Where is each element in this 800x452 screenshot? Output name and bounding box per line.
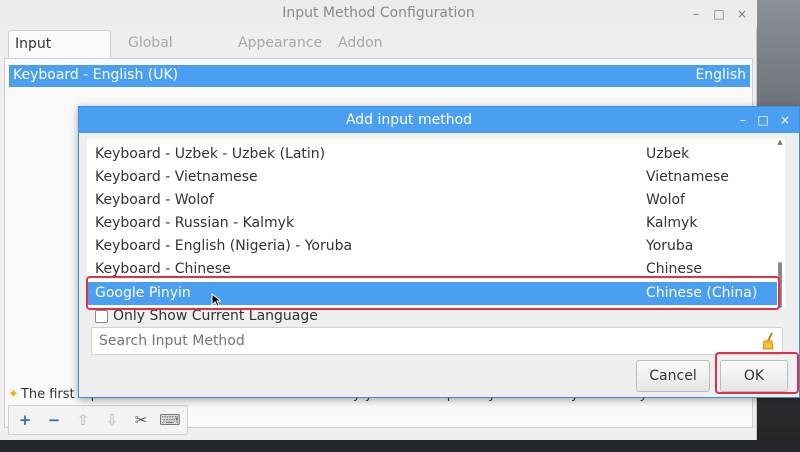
method-name: Keyboard - English (UK) <box>13 67 179 83</box>
list-item[interactable]: Keyboard - Vietnamese Vietnamese <box>87 166 777 189</box>
list-item-language: Wolof <box>646 192 685 208</box>
search-box[interactable] <box>91 327 783 355</box>
tab-input-method[interactable]: Input Method <box>8 30 111 78</box>
method-language: English <box>695 67 746 83</box>
list-item[interactable]: Keyboard - English (Nigeria) - Yoruba Yo… <box>87 235 777 258</box>
desktop-taskbar-edge <box>0 440 800 452</box>
list-item-language: Uzbek <box>646 146 690 162</box>
ok-button[interactable]: OK <box>720 360 788 392</box>
dialog-title: Add input method <box>345 112 473 128</box>
warning-icon: ✦ <box>8 387 19 402</box>
only-current-language-checkbox[interactable] <box>95 310 108 323</box>
configure-icon[interactable]: ✂ <box>129 409 153 431</box>
list-item[interactable]: Keyboard - Wolof Wolof <box>87 189 777 212</box>
list-item-name: Keyboard - English (Nigeria) - Yoruba <box>95 238 353 254</box>
list-item-language: Kalmyk <box>646 215 698 231</box>
method-toolbar: + − ⇧ ⇩ ✂ ⌨ <box>8 405 188 435</box>
mouse-cursor-icon <box>211 293 221 307</box>
remove-icon[interactable]: − <box>42 409 66 431</box>
cancel-button[interactable]: Cancel <box>636 360 710 392</box>
list-item-language: Chinese (China) <box>646 285 758 301</box>
minimize-icon[interactable]: – <box>688 6 704 22</box>
list-item-language: Chinese <box>646 261 702 277</box>
list-scrollbar[interactable]: ▲ <box>776 138 784 308</box>
search-input[interactable] <box>99 333 739 349</box>
dialog-maximize-icon[interactable]: □ <box>755 112 771 128</box>
current-method-row[interactable]: Keyboard - English (UK) English <box>9 65 750 87</box>
close-icon[interactable]: × <box>734 6 750 22</box>
move-down-icon[interactable]: ⇩ <box>100 409 124 431</box>
list-item-name: Keyboard - Vietnamese <box>95 169 258 185</box>
dialog-close-icon[interactable]: × <box>777 112 793 128</box>
checkbox-label: Only Show Current Language <box>113 308 318 324</box>
list-item-language: Yoruba <box>646 238 694 254</box>
tab-global-config[interactable]: Global Config <box>122 30 179 77</box>
tab-addon[interactable]: Addon <box>332 30 389 58</box>
list-item[interactable]: Keyboard - Russian - Kalmyk Kalmyk <box>87 212 777 235</box>
keyboard-icon[interactable]: ⌨ <box>158 409 182 431</box>
list-item-name: Keyboard - Wolof <box>95 192 214 208</box>
list-item[interactable]: Keyboard - Chinese Chinese <box>87 258 777 281</box>
move-up-icon[interactable]: ⇧ <box>71 409 95 431</box>
tab-appearance[interactable]: Appearance <box>232 30 328 58</box>
add-icon[interactable]: + <box>13 409 37 431</box>
list-item-language: Vietnamese <box>646 169 729 185</box>
dialog-minimize-icon[interactable]: – <box>735 112 751 128</box>
list-item[interactable]: Keyboard - Uzbek - Uzbek (Latin) Uzbek <box>87 143 777 166</box>
available-methods-list: Keyboard - Uzbek - Uzbek (Latin) Uzbek K… <box>87 138 785 308</box>
list-item-selected[interactable]: Google Pinyin Chinese (China) <box>87 282 777 305</box>
list-item-name: Keyboard - Uzbek - Uzbek (Latin) <box>95 146 326 162</box>
dialog-titlebar[interactable]: Add input method – □ × <box>79 107 799 133</box>
scroll-thumb[interactable] <box>778 262 782 308</box>
list-item-name: Keyboard - Russian - Kalmyk <box>95 215 295 231</box>
window-title: Input Method Configuration <box>282 5 475 21</box>
clear-search-icon[interactable] <box>760 332 776 350</box>
add-input-method-dialog: Add input method – □ × Keyboard - Uzbek … <box>78 106 800 398</box>
list-item-name: Keyboard - Chinese <box>95 261 231 277</box>
main-titlebar[interactable]: Input Method Configuration – □ × <box>0 0 757 28</box>
list-item-name: Google Pinyin <box>95 285 191 301</box>
maximize-icon[interactable]: □ <box>711 6 727 22</box>
scroll-up-icon[interactable]: ▲ <box>776 138 784 146</box>
